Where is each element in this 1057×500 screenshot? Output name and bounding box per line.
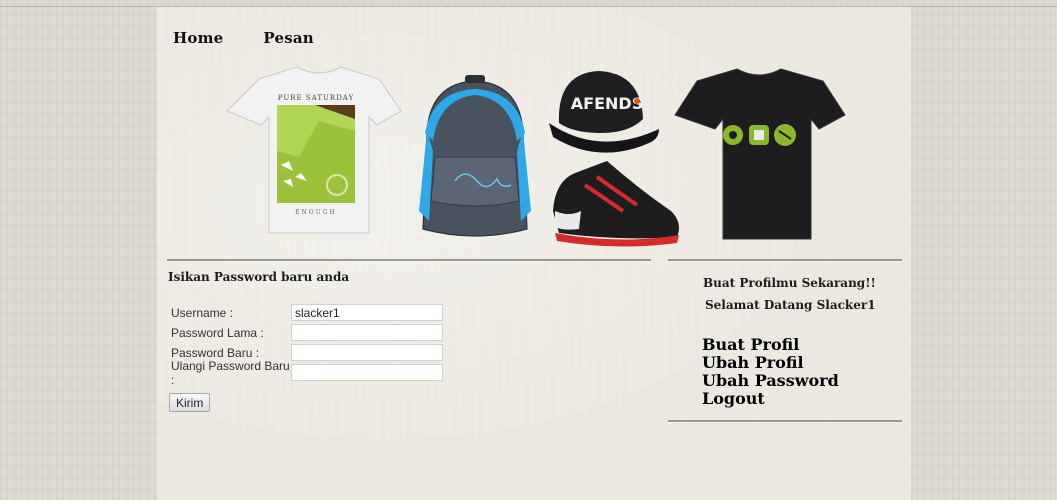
- cap-brand-text: AFENDS: [571, 94, 643, 113]
- snapback-cap-image: AFENDS: [549, 71, 659, 153]
- confirm-password-row: Ulangi Password Baru :: [171, 359, 443, 387]
- old-password-input[interactable]: [291, 324, 443, 341]
- sidebar-link-logout[interactable]: Logout: [702, 390, 839, 408]
- sidebar-link-buat-profil[interactable]: Buat Profil: [702, 336, 839, 354]
- form-divider: [167, 259, 651, 262]
- confirm-password-input[interactable]: [291, 364, 443, 381]
- page-container: Home Pesan PURE SATURDAY ENOUGH AFENDS I…: [157, 7, 911, 500]
- new-password-label: Password Baru :: [171, 346, 260, 360]
- sidebar-divider-top: [668, 259, 902, 262]
- sidebar-welcome-text: Selamat Datang Slacker1: [705, 298, 876, 312]
- white-tshirt-top-text: PURE SATURDAY: [278, 94, 354, 102]
- black-tshirt-image: [674, 68, 846, 240]
- nav-pesan-link[interactable]: Pesan: [263, 29, 314, 47]
- sidebar-promo-text: Buat Profilmu Sekarang!!: [703, 276, 876, 290]
- username-input[interactable]: [291, 304, 443, 321]
- form-title: Isikan Password baru anda: [168, 270, 350, 284]
- username-row: Username :: [171, 304, 443, 322]
- submit-button[interactable]: Kirim: [169, 393, 211, 412]
- sidebar-menu: Buat Profil Ubah Profil Ubah Password Lo…: [702, 336, 839, 408]
- white-tshirt-bottom-text: ENOUGH: [295, 209, 337, 216]
- sidebar-link-ubah-password[interactable]: Ubah Password: [702, 372, 839, 390]
- confirm-password-label: Ulangi Password Baru :: [171, 359, 290, 387]
- white-tshirt-image: PURE SATURDAY ENOUGH: [226, 66, 402, 234]
- main-nav: Home Pesan: [173, 29, 314, 47]
- old-password-row: Password Lama :: [171, 324, 443, 342]
- username-label: Username :: [171, 306, 234, 320]
- old-password-label: Password Lama :: [171, 326, 264, 340]
- backpack-image: [419, 75, 531, 237]
- sidebar-divider-bottom: [668, 420, 902, 423]
- product-banner: PURE SATURDAY ENOUGH AFENDS: [226, 66, 846, 247]
- sidebar-link-ubah-profil[interactable]: Ubah Profil: [702, 354, 839, 372]
- nav-home-link[interactable]: Home: [173, 29, 223, 47]
- new-password-input[interactable]: [291, 344, 443, 361]
- sneaker-image: [553, 161, 679, 247]
